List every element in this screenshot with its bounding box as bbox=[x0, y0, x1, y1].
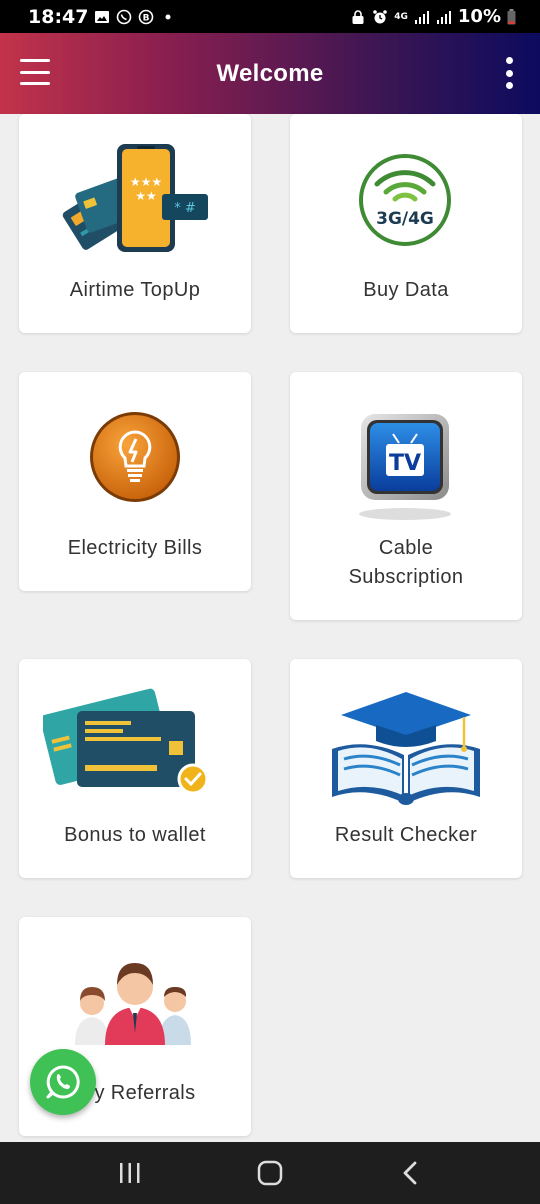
bulb-icon bbox=[90, 412, 180, 502]
page-title: Welcome bbox=[216, 59, 324, 87]
bonus-to-wallet-card[interactable]: Bonus to wallet bbox=[19, 659, 251, 878]
status-time: 18:47 bbox=[28, 5, 89, 28]
back-icon bbox=[403, 1161, 417, 1185]
bonus-to-wallet-label: Bonus to wallet bbox=[64, 824, 206, 846]
cable-subscription-card[interactable]: TV Cable Subscription bbox=[290, 372, 522, 620]
hamburger-menu-icon[interactable] bbox=[20, 59, 50, 85]
network-type: 4G bbox=[394, 11, 408, 22]
wifi-3g4g-icon: 3G/4G bbox=[359, 154, 451, 246]
battery-icon bbox=[507, 8, 516, 24]
result-checker-card[interactable]: Result Checker bbox=[290, 659, 522, 878]
home-icon bbox=[257, 1160, 283, 1186]
battery-level: 10% bbox=[457, 6, 501, 27]
recent-apps-icon bbox=[120, 1163, 140, 1183]
svg-text:★★★: ★★★ bbox=[130, 175, 162, 189]
recent-apps-button[interactable] bbox=[110, 1153, 150, 1193]
app-bar: Welcome bbox=[0, 33, 540, 114]
cable-subscription-label: Cable Subscription bbox=[348, 537, 464, 588]
home-button[interactable] bbox=[250, 1153, 290, 1193]
back-button[interactable] bbox=[390, 1153, 430, 1193]
b-icon: B bbox=[139, 9, 154, 24]
svg-text:★★: ★★ bbox=[135, 189, 157, 203]
buy-data-card[interactable]: 3G/4G Buy Data bbox=[290, 114, 522, 333]
result-checker-label: Result Checker bbox=[334, 824, 478, 846]
electricity-bills-card[interactable]: Electricity Bills bbox=[19, 372, 251, 591]
airtime-topup-label: Airtime TopUp bbox=[69, 279, 201, 301]
electricity-bills-label: Electricity Bills bbox=[67, 537, 203, 559]
phone-card-icon: ★★★ ★★ * # bbox=[62, 144, 208, 252]
tv-text: TV bbox=[389, 451, 421, 476]
people-icon bbox=[75, 963, 191, 1045]
dot-icon bbox=[165, 14, 171, 19]
whatsapp-chat-button[interactable] bbox=[30, 1049, 96, 1115]
whatsapp-icon bbox=[46, 1065, 80, 1099]
gallery-icon bbox=[95, 10, 110, 23]
alarm-icon bbox=[373, 9, 388, 23]
graduation-cap-icon bbox=[332, 692, 480, 805]
badge-3g4g: 3G/4G bbox=[376, 209, 434, 229]
svg-text:B: B bbox=[143, 13, 150, 23]
signal-icon-2 bbox=[436, 10, 451, 24]
status-bar: 18:47 B 4G 10% bbox=[0, 0, 540, 33]
signal-icon bbox=[414, 10, 429, 24]
lock-icon bbox=[352, 9, 364, 24]
svg-text:* #: * # bbox=[174, 201, 196, 216]
buy-data-label: Buy Data bbox=[363, 279, 449, 301]
airtime-topup-card[interactable]: ★★★ ★★ * # Airtime TopUp bbox=[19, 114, 251, 333]
more-options-icon[interactable] bbox=[504, 57, 514, 89]
credit-card-icon bbox=[43, 688, 209, 795]
whatsapp-icon bbox=[117, 9, 132, 24]
tv-icon: TV bbox=[359, 414, 451, 520]
system-nav-bar bbox=[0, 1142, 540, 1204]
